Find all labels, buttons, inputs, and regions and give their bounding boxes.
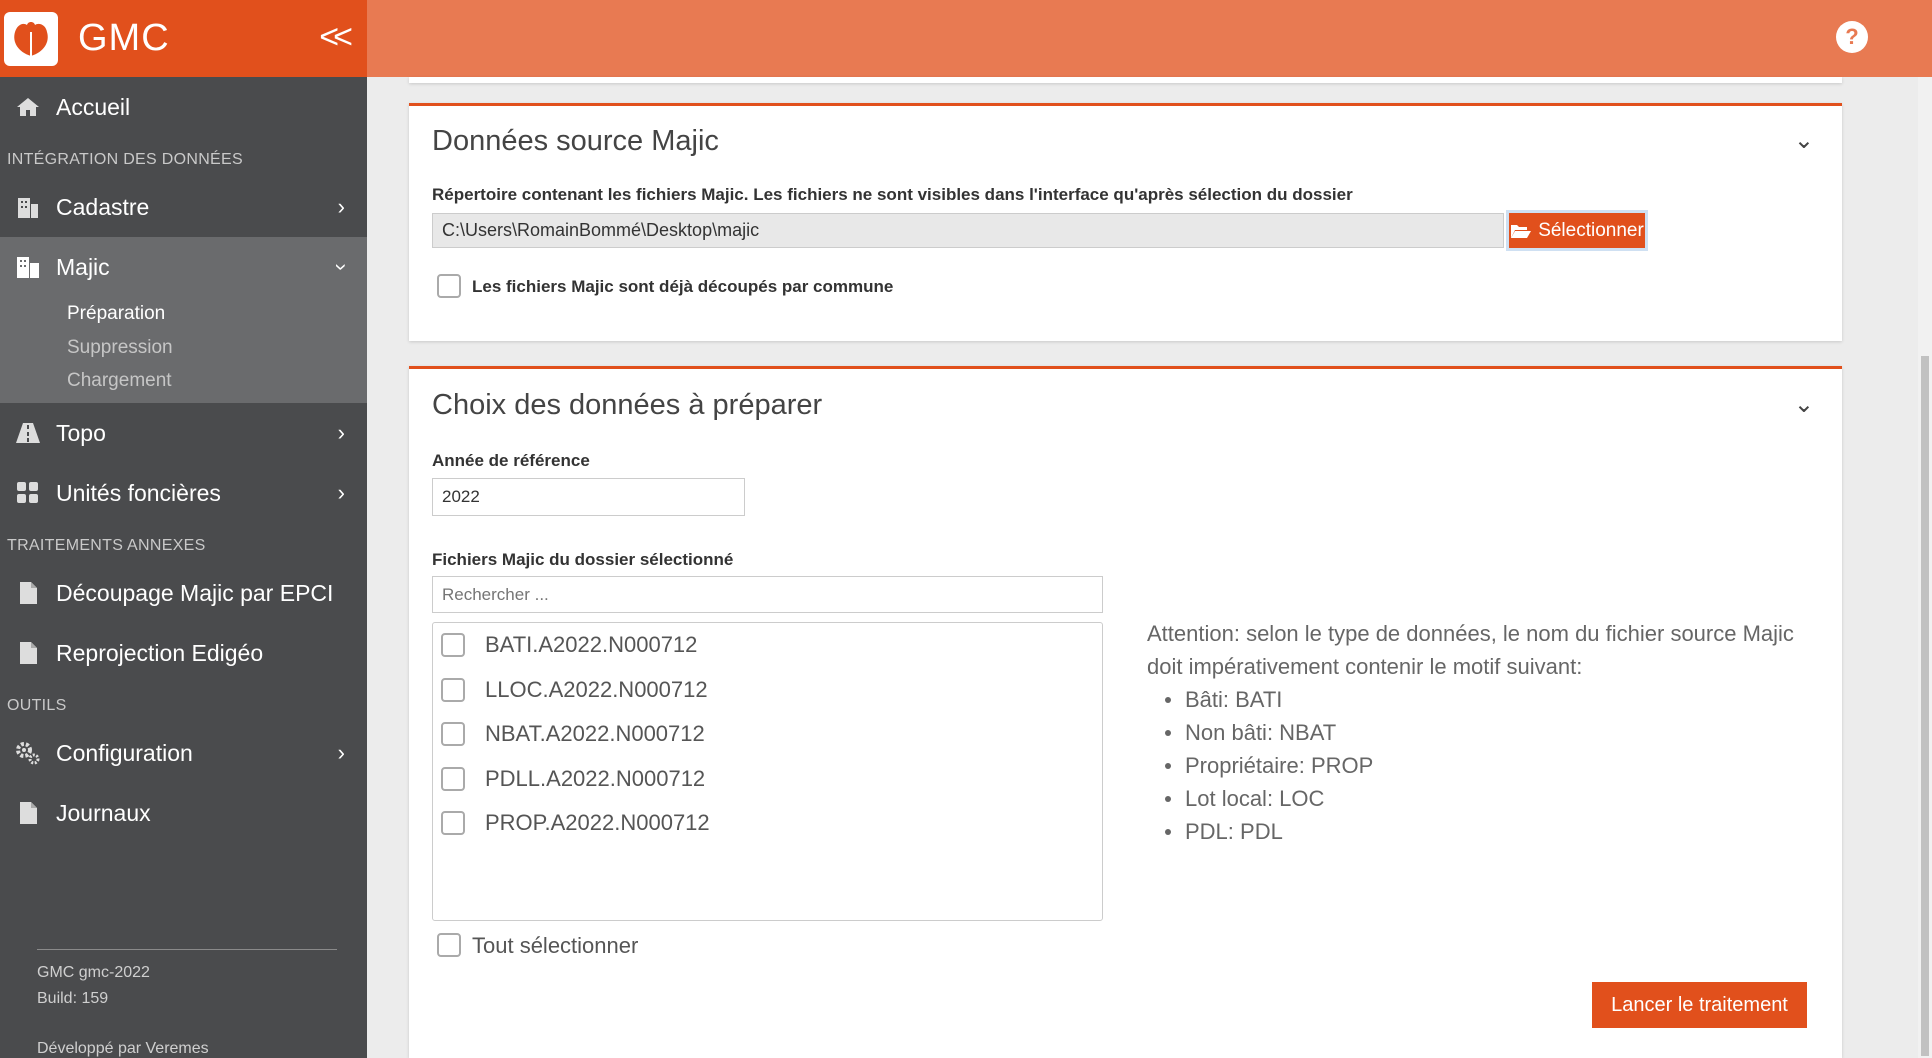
nav-label: Unités foncières xyxy=(56,479,221,506)
select-directory-button[interactable]: Sélectionner xyxy=(1509,213,1645,248)
build-text: Build: 159 xyxy=(37,990,109,1007)
nav-unites-foncieres[interactable]: Unités foncières › xyxy=(0,463,367,523)
file-icon xyxy=(14,579,42,607)
gears-icon xyxy=(14,739,42,767)
building-icon xyxy=(14,193,42,221)
patterns-list: Bâti: BATI Non bâti: NBAT Propriétaire: … xyxy=(1165,683,1827,848)
list-item[interactable]: LLOC.A2022.N000712 xyxy=(441,675,708,705)
split-by-commune-label: Les fichiers Majic sont déjà découpés pa… xyxy=(472,277,894,296)
nav-journaux[interactable]: Journaux xyxy=(0,783,367,843)
select-all-label: Tout sélectionner xyxy=(472,933,639,958)
split-by-commune-checkbox[interactable] xyxy=(437,274,461,298)
search-input[interactable] xyxy=(432,576,1103,613)
brand-header: GMC << xyxy=(0,0,367,77)
list-item[interactable]: PROP.A2022.N000712 xyxy=(441,808,710,838)
source-data-panel: Données source Majic ⌄ Répertoire conten… xyxy=(409,103,1842,341)
subnav-preparation[interactable]: Préparation xyxy=(0,297,367,331)
nav-label: Configuration xyxy=(56,739,193,766)
file-name: PROP.A2022.N000712 xyxy=(485,810,710,835)
file-checkbox[interactable] xyxy=(441,811,465,835)
file-name: NBAT.A2022.N000712 xyxy=(485,721,705,746)
file-icon xyxy=(14,799,42,827)
footer-divider xyxy=(37,949,337,950)
chevron-down-icon: › xyxy=(329,263,355,271)
directory-input[interactable]: C:\Users\RomainBommé\Desktop\majic xyxy=(432,213,1504,248)
file-name: BATI.A2022.N000712 xyxy=(485,632,698,657)
naming-rules-note: Attention: selon le type de données, le … xyxy=(1147,617,1827,848)
nav-label: Reprojection Edigéo xyxy=(56,639,264,666)
chevron-right-icon: › xyxy=(337,740,345,765)
nav-label: Journaux xyxy=(56,799,151,826)
nav-label: Majic xyxy=(56,253,110,280)
nav-majic-group: Majic › Préparation Suppression Chargeme… xyxy=(0,237,367,403)
nav-label: Cadastre xyxy=(56,193,150,220)
help-icon[interactable]: ? xyxy=(1836,21,1868,53)
list-item[interactable]: BATI.A2022.N000712 xyxy=(441,630,697,660)
file-checkbox[interactable] xyxy=(441,722,465,746)
subnav-suppression[interactable]: Suppression xyxy=(0,331,367,365)
nav-majic[interactable]: Majic › xyxy=(0,237,367,297)
nav-label: Topo xyxy=(56,419,106,446)
list-item: PDL: PDL xyxy=(1165,815,1827,848)
year-input[interactable]: 2022 xyxy=(432,478,745,516)
list-item: Lot local: LOC xyxy=(1165,782,1827,815)
list-item[interactable]: PDLL.A2022.N000712 xyxy=(441,764,705,794)
folder-open-icon xyxy=(1510,223,1532,239)
sidebar-footer: GMC gmc-2022 Build: 159 Développé par Ve… xyxy=(37,949,337,1058)
list-item: Bâti: BATI xyxy=(1165,683,1827,716)
file-checkbox[interactable] xyxy=(441,633,465,657)
subnav-chargement[interactable]: Chargement xyxy=(0,365,367,403)
file-name: LLOC.A2022.N000712 xyxy=(485,677,708,702)
nav-label: Découpage Majic par EPCI xyxy=(56,579,334,606)
file-icon xyxy=(14,639,42,667)
files-label: Fichiers Majic du dossier sélectionné xyxy=(432,550,734,569)
year-label: Année de référence xyxy=(432,451,590,470)
nav-configuration[interactable]: Configuration › xyxy=(0,723,367,783)
button-label: Sélectionner xyxy=(1538,219,1644,241)
grid-icon xyxy=(14,479,42,507)
chevron-right-icon: › xyxy=(337,420,345,445)
file-name: PDLL.A2022.N000712 xyxy=(485,766,706,791)
nav-decoupage[interactable]: Découpage Majic par EPCI xyxy=(0,563,367,623)
chevron-right-icon: › xyxy=(337,194,345,219)
panel-title: Données source Majic xyxy=(432,125,719,157)
files-list[interactable]: BATI.A2022.N000712 LLOC.A2022.N000712 NB… xyxy=(432,622,1103,921)
chevron-right-icon: › xyxy=(337,480,345,505)
directory-label: Répertoire contenant les fichiers Majic.… xyxy=(432,185,1353,204)
chevron-down-icon[interactable]: ⌄ xyxy=(1794,126,1814,155)
road-icon xyxy=(14,419,42,447)
app-name: GMC xyxy=(78,17,170,59)
list-item: Propriétaire: PROP xyxy=(1165,749,1827,782)
nav-topo[interactable]: Topo › xyxy=(0,403,367,463)
file-checkbox[interactable] xyxy=(441,767,465,791)
list-item[interactable]: NBAT.A2022.N000712 xyxy=(441,719,705,749)
home-icon xyxy=(14,93,42,121)
section-title-traitements: TRAITEMENTS ANNEXES xyxy=(7,537,206,554)
nav-reprojection[interactable]: Reprojection Edigéo xyxy=(0,623,367,683)
buildings-icon xyxy=(14,253,42,281)
main-content: Données source Majic ⌄ Répertoire conten… xyxy=(367,77,1932,1058)
file-checkbox[interactable] xyxy=(441,678,465,702)
top-bar: ? xyxy=(367,0,1932,77)
previous-panel-edge xyxy=(409,77,1842,83)
sidebar: GMC << Accueil INTÉGRATION DES DONNÉES C… xyxy=(0,0,367,1058)
select-all-checkbox[interactable] xyxy=(437,933,461,957)
nav-accueil[interactable]: Accueil xyxy=(0,77,367,137)
launch-processing-button[interactable]: Lancer le traitement xyxy=(1592,982,1807,1028)
gmc-logo[interactable] xyxy=(4,11,58,66)
section-title-outils: OUTILS xyxy=(7,697,67,714)
list-item: Non bâti: NBAT xyxy=(1165,716,1827,749)
attention-text: Attention: selon le type de données, le … xyxy=(1147,621,1794,679)
data-choice-panel: Choix des données à préparer ⌄ Année de … xyxy=(409,366,1842,1058)
nav-cadastre[interactable]: Cadastre › xyxy=(0,177,367,237)
version-text: GMC gmc-2022 xyxy=(37,964,150,981)
chevron-down-icon[interactable]: ⌄ xyxy=(1794,390,1814,419)
developer-text: Développé par Veremes xyxy=(37,1040,209,1057)
panel-title: Choix des données à préparer xyxy=(432,389,823,421)
section-title-integration: INTÉGRATION DES DONNÉES xyxy=(7,151,243,168)
nav-label: Accueil xyxy=(56,93,131,120)
collapse-sidebar-icon[interactable]: << xyxy=(319,18,353,57)
